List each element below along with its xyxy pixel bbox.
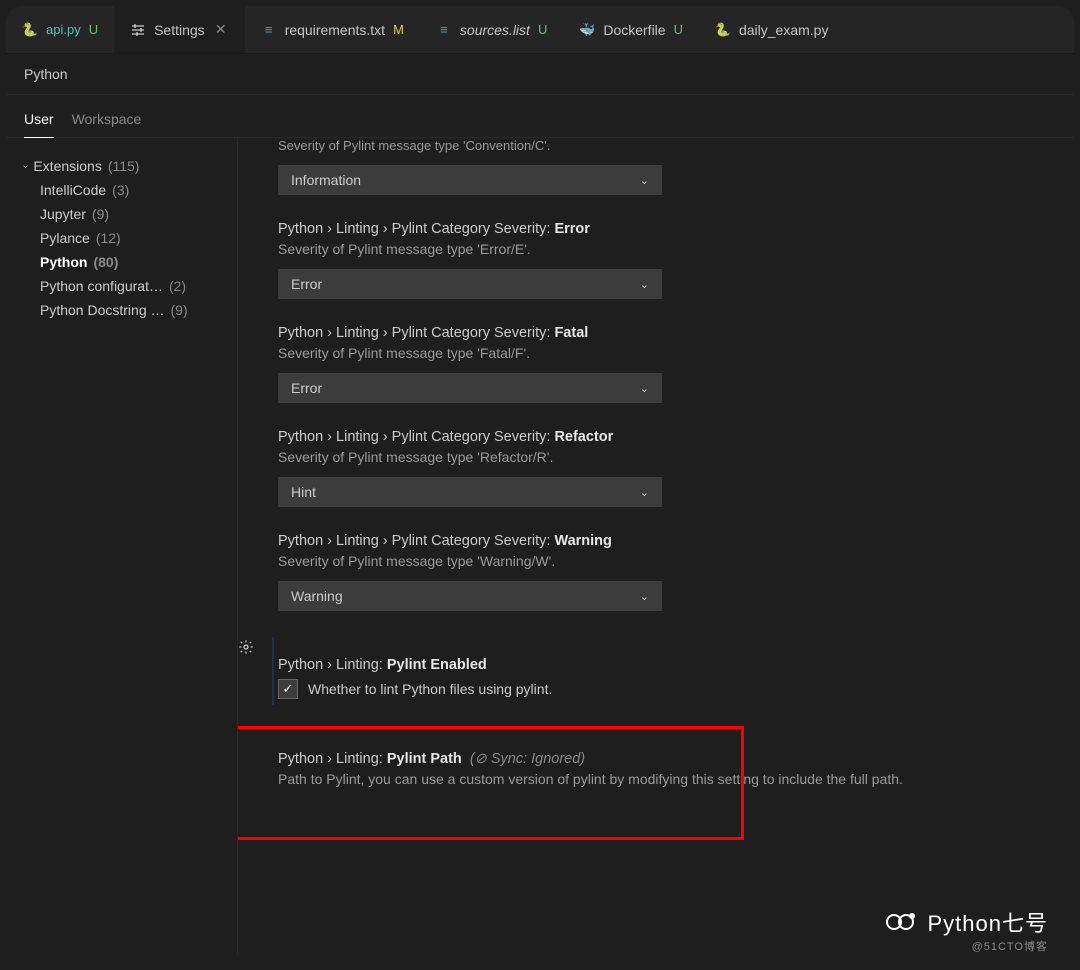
setting-pylint-fatal: Python › Linting › Pylint Category Sever…: [278, 305, 1034, 409]
tab-dockerfile[interactable]: 🐳 Dockerfile U: [563, 6, 699, 53]
select-value: Information: [291, 172, 361, 188]
setting-description: Path to Pylint, you can use a custom ver…: [278, 771, 1034, 787]
select-value: Hint: [291, 484, 316, 500]
search-text: Python: [24, 66, 68, 82]
tab-modifier: U: [538, 22, 547, 37]
settings-sidebar: › Extensions (115) IntelliCode (3) Jupyt…: [6, 138, 238, 954]
tree-count: (9): [92, 206, 109, 222]
chevron-down-icon: ⌄: [640, 486, 649, 499]
tree-label: Python: [40, 254, 87, 270]
tree-label: Extensions: [33, 158, 101, 174]
setting-pylint-error: Python › Linting › Pylint Category Sever…: [278, 201, 1034, 305]
tree-label: IntelliCode: [40, 182, 106, 198]
tree-item-python[interactable]: Python (80): [14, 250, 229, 274]
setting-description: Severity of Pylint message type 'Convent…: [278, 138, 1034, 153]
chevron-down-icon: ⌄: [640, 590, 649, 603]
setting-pylint-warning: Python › Linting › Pylint Category Sever…: [278, 513, 1034, 617]
select-error-severity[interactable]: Error ⌄: [278, 269, 662, 299]
tab-daily-exam[interactable]: 🐍 daily_exam.py: [699, 6, 845, 53]
tree-item-jupyter[interactable]: Jupyter (9): [14, 202, 229, 226]
setting-title: Python › Linting › Pylint Category Sever…: [278, 325, 1034, 341]
select-warning-severity[interactable]: Warning ⌄: [278, 581, 662, 611]
tree-count: (2): [169, 278, 186, 294]
select-value: Error: [291, 276, 322, 292]
tree-count: (115): [108, 158, 140, 174]
setting-description: Severity of Pylint message type 'Warning…: [278, 553, 1034, 569]
scope-user[interactable]: User: [24, 105, 54, 138]
tab-label: Settings: [154, 22, 205, 38]
chevron-down-icon: ⌄: [640, 278, 649, 291]
tab-requirements[interactable]: ≡ requirements.txt M: [245, 6, 420, 53]
chevron-down-icon: ›: [20, 164, 31, 167]
setting-description: Severity of Pylint message type 'Fatal/F…: [278, 345, 1034, 361]
tab-modifier: U: [674, 22, 683, 37]
gear-icon[interactable]: [238, 639, 254, 659]
setting-title: Python › Linting: Pylint Path (⊘ Sync: I…: [278, 751, 1034, 767]
tab-sources-list[interactable]: ≡ sources.list U: [420, 6, 563, 53]
file-icon: ≡: [261, 22, 277, 38]
setting-pylint-refactor: Python › Linting › Pylint Category Sever…: [278, 409, 1034, 513]
chevron-down-icon: ⌄: [640, 382, 649, 395]
tree-count: (80): [93, 254, 118, 270]
select-value: Error: [291, 380, 322, 396]
select-fatal-severity[interactable]: Error ⌄: [278, 373, 662, 403]
settings-search[interactable]: Python: [6, 54, 1074, 95]
python-icon: 🐍: [22, 22, 38, 38]
tree-item-python-config[interactable]: Python configurat… (2): [14, 274, 229, 298]
tab-label: daily_exam.py: [739, 22, 829, 38]
python-icon: 🐍: [715, 22, 731, 38]
tree-label: Python configurat…: [40, 278, 163, 294]
setting-title: Python › Linting › Pylint Category Sever…: [278, 429, 1034, 445]
select-refactor-severity[interactable]: Hint ⌄: [278, 477, 662, 507]
watermark-sub: @51CTO博客: [972, 938, 1048, 954]
file-icon: ≡: [436, 22, 452, 38]
tree-item-intellicode[interactable]: IntelliCode (3): [14, 178, 229, 202]
setting-pylint-convention: Severity of Pylint message type 'Convent…: [278, 144, 1034, 201]
watermark: Python七号 @51CTO博客: [884, 906, 1049, 938]
tab-label: sources.list: [460, 22, 530, 38]
tab-modifier: M: [393, 22, 404, 37]
setting-pylint-path: Python › Linting: Pylint Path (⊘ Sync: I…: [278, 731, 1034, 805]
settings-main: Severity of Pylint message type 'Convent…: [238, 138, 1074, 954]
setting-title: Python › Linting › Pylint Category Sever…: [278, 533, 1034, 549]
tree-label: Jupyter: [40, 206, 86, 222]
select-convention-severity[interactable]: Information ⌄: [278, 165, 662, 195]
tree-label: Pylance: [40, 230, 90, 246]
checkbox-label: Whether to lint Python files using pylin…: [308, 681, 552, 697]
scope-workspace[interactable]: Workspace: [72, 105, 142, 137]
chevron-down-icon: ⌄: [640, 174, 649, 187]
sync-ignored-icon: ⊘: [475, 751, 487, 767]
pylint-enabled-checkbox[interactable]: ✓ Whether to lint Python files using pyl…: [278, 679, 1034, 699]
tree-root-extensions[interactable]: › Extensions (115): [14, 154, 229, 178]
setting-description: Severity of Pylint message type 'Refacto…: [278, 449, 1034, 465]
setting-title: Python › Linting: Pylint Enabled: [278, 657, 1034, 673]
tree-count: (3): [112, 182, 129, 198]
tree-label: Python Docstring …: [40, 302, 165, 318]
setting-pylint-enabled: Python › Linting: Pylint Enabled ✓ Wheth…: [272, 637, 1034, 705]
tab-label: Dockerfile: [603, 22, 665, 38]
tab-label: requirements.txt: [285, 22, 385, 38]
tab-modifier: U: [89, 22, 98, 37]
checkbox-box: ✓: [278, 679, 298, 699]
select-value: Warning: [291, 588, 343, 604]
tab-settings[interactable]: Settings ✕: [114, 6, 245, 53]
watermark-text: Python七号: [928, 906, 1049, 938]
close-icon[interactable]: ✕: [213, 21, 229, 38]
tab-label: api.py: [46, 22, 81, 37]
tree-count: (9): [171, 302, 188, 318]
docker-icon: 🐳: [579, 22, 595, 38]
settings-icon: [130, 22, 146, 38]
tree-item-python-docstring[interactable]: Python Docstring … (9): [14, 298, 229, 322]
editor-tabs: 🐍 api.py U Settings ✕ ≡ requirements.txt…: [6, 6, 1074, 54]
setting-title: Python › Linting › Pylint Category Sever…: [278, 221, 1034, 237]
tree-count: (12): [96, 230, 121, 246]
tab-api-py[interactable]: 🐍 api.py U: [6, 6, 114, 53]
setting-description: Severity of Pylint message type 'Error/E…: [278, 241, 1034, 257]
tree-item-pylance[interactable]: Pylance (12): [14, 226, 229, 250]
scope-tabs: User Workspace: [6, 95, 1074, 138]
